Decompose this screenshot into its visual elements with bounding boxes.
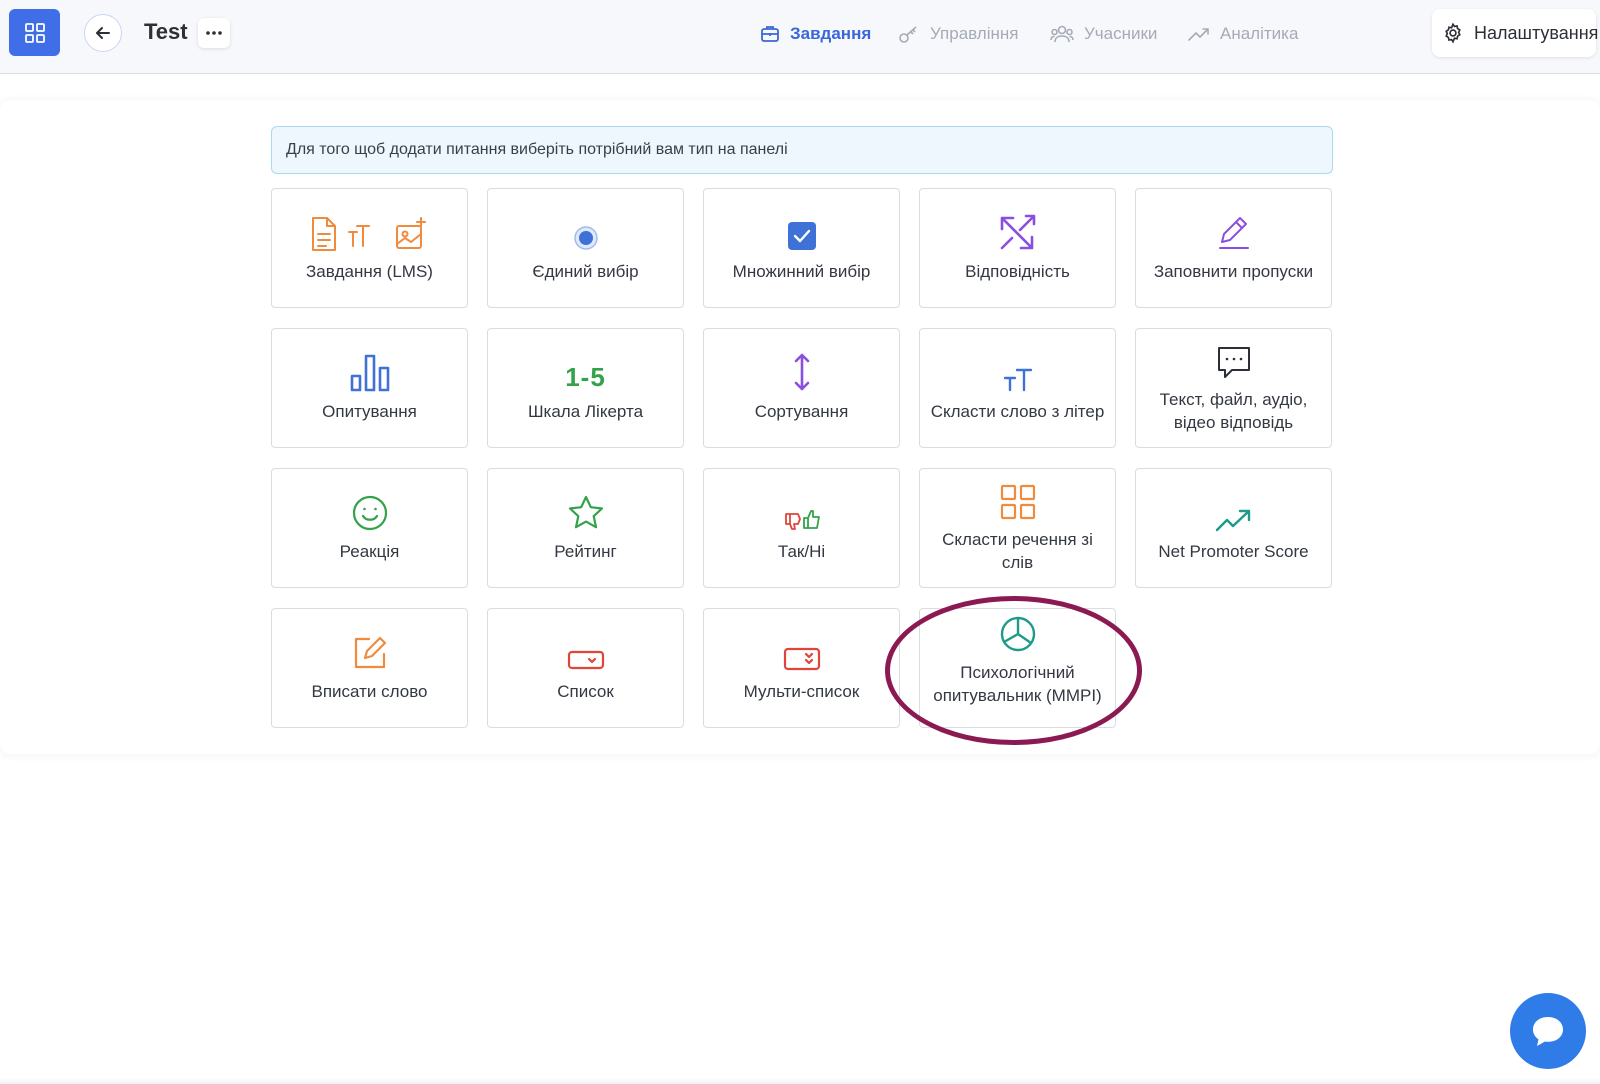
more-options-button[interactable] <box>198 18 230 48</box>
checkbox-icon <box>786 214 818 252</box>
tile-rating[interactable]: Рейтинг <box>487 468 684 588</box>
thumbs-icon <box>782 494 822 532</box>
settings-label: Налаштування <box>1474 22 1599 43</box>
radio-icon <box>572 214 600 252</box>
tile-label: Net Promoter Score <box>1158 541 1309 561</box>
tile-label: Шкала Лікерта <box>527 401 644 421</box>
tile-label: Множинний вибір <box>732 261 871 281</box>
multi-dropdown-icon <box>783 634 821 672</box>
back-button[interactable] <box>84 14 122 52</box>
tile-fill-blanks[interactable]: Заповнити пропуски <box>1135 188 1332 308</box>
tile-label: Завдання (LMS) <box>306 261 433 281</box>
likert-range-text: 1-5 <box>565 361 606 392</box>
dropdown-icon <box>567 634 605 672</box>
text-size-icon <box>1002 354 1034 392</box>
tile-label: Сортування <box>754 401 849 421</box>
tile-label: Скласти речення зі слів <box>942 530 1093 572</box>
grid-icon <box>24 22 45 43</box>
tile-likert[interactable]: 1-5 Шкала Лікерта <box>487 328 684 448</box>
bottom-edge <box>0 1078 1600 1084</box>
tile-label: Скласти слово з літер <box>930 401 1105 421</box>
tile-survey[interactable]: Опитування <box>271 328 468 448</box>
tab-analytics-label: Аналітика <box>1220 24 1299 43</box>
star-icon <box>567 494 605 532</box>
match-arrows-icon <box>998 214 1038 252</box>
grid-icon <box>1000 482 1036 520</box>
tile-single-choice[interactable]: Єдиний вибір <box>487 188 684 308</box>
info-hint: Для того щоб додати питання виберіть пот… <box>271 126 1333 174</box>
highlight-ring <box>885 596 1142 745</box>
tile-sorting[interactable]: Сортування <box>703 328 900 448</box>
tile-sentence-from-words[interactable]: Скласти речення зі слів <box>919 468 1116 588</box>
tile-matching[interactable]: Відповідність <box>919 188 1116 308</box>
tile-label: Єдиний вибір <box>532 261 639 281</box>
tile-word-from-letters[interactable]: Скласти слово з літер <box>919 328 1116 448</box>
apps-menu-button[interactable] <box>9 9 60 56</box>
briefcase-icon <box>760 24 780 44</box>
trend-up-icon <box>1215 494 1253 532</box>
tile-label: Опитування <box>322 401 417 421</box>
tab-analytics[interactable]: Аналітика <box>1188 20 1298 48</box>
tile-label: Текст, файл, аудіо, відео відповідь <box>1159 390 1308 432</box>
key-icon <box>898 24 920 44</box>
speech-bubble-icon <box>1216 342 1252 380</box>
tab-tasks[interactable]: Завдання <box>760 20 871 48</box>
tile-label: Реакція <box>339 541 400 561</box>
tile-label: Вписати слово <box>311 681 428 701</box>
chat-support-button[interactable] <box>1510 993 1586 1069</box>
tile-multi-dropdown[interactable]: Мульти-список <box>703 608 900 728</box>
likert-icon: 1-5 <box>565 354 606 392</box>
page-title: Test <box>144 19 188 44</box>
tile-dropdown[interactable]: Список <box>487 608 684 728</box>
gear-icon <box>1442 22 1464 44</box>
tab-tasks-label: Завдання <box>790 24 872 43</box>
tile-label: Список <box>557 681 614 701</box>
edit-icon <box>351 634 389 672</box>
tile-nps[interactable]: Net Promoter Score <box>1135 468 1332 588</box>
settings-button[interactable]: Налаштування <box>1432 9 1599 57</box>
tile-label: Так/Ні <box>777 541 826 561</box>
bar-chart-icon <box>349 354 391 392</box>
users-icon <box>1050 24 1074 44</box>
smile-icon <box>351 494 389 532</box>
tile-label: Заповнити пропуски <box>1153 261 1314 281</box>
tile-open-answer[interactable]: Текст, файл, аудіо, відео відповідь <box>1135 328 1332 448</box>
tile-label: Відповідність <box>965 261 1070 281</box>
tile-label: Рейтинг <box>554 541 617 561</box>
tab-management[interactable]: Управління <box>898 20 1018 48</box>
tile-label: Мульти-список <box>743 681 860 701</box>
pencil-icon <box>1216 214 1252 252</box>
trend-icon <box>1188 26 1210 42</box>
sort-arrows-icon <box>792 353 812 392</box>
tile-multiple-choice[interactable]: Множинний вибір <box>703 188 900 308</box>
tab-management-label: Управління <box>930 24 1019 43</box>
top-bar: Test Завдання Управління Учасники Аналіт… <box>0 0 1600 74</box>
tile-yes-no[interactable]: Так/Ні <box>703 468 900 588</box>
lms-icons <box>309 214 431 252</box>
arrow-left-icon <box>96 27 110 39</box>
tile-write-word[interactable]: Вписати слово <box>271 608 468 728</box>
more-dots-icon <box>206 31 222 35</box>
tab-participants[interactable]: Учасники <box>1050 20 1157 48</box>
tab-participants-label: Учасники <box>1084 24 1158 43</box>
chat-bubble-icon <box>1533 1017 1563 1046</box>
tile-reaction[interactable]: Реакція <box>271 468 468 588</box>
tile-lms-task[interactable]: Завдання (LMS) <box>271 188 468 308</box>
